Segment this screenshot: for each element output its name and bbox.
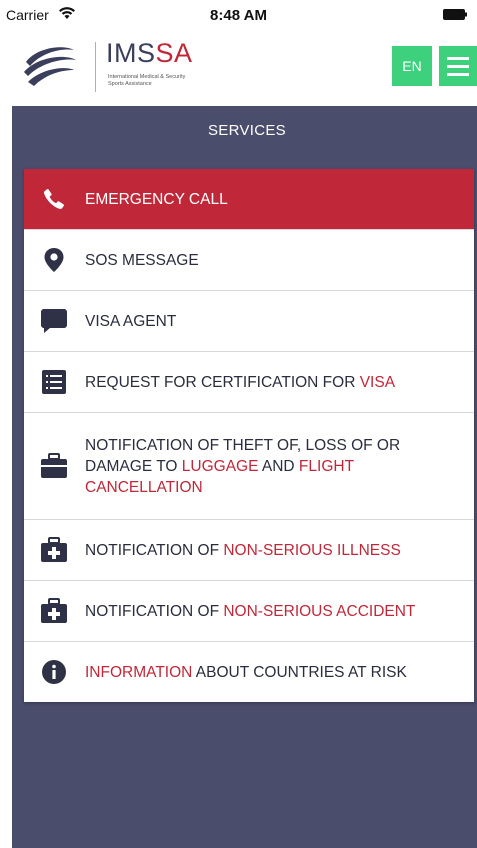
logo-swirl-icon	[24, 47, 76, 86]
imssa-logo[interactable]: IMSSA International Medical & Security S…	[22, 38, 232, 94]
list-document-icon	[40, 368, 68, 396]
service-item-non-serious-illness[interactable]: NOTIFICATION OF NON-SERIOUS ILLNESS	[24, 520, 474, 581]
service-item-label: EMERGENCY CALL	[85, 190, 228, 208]
services-panel: SERVICES EMERGENCY CALL SOS MESSAGE VISA…	[12, 106, 477, 848]
service-item-visa-certification[interactable]: REQUEST FOR CERTIFICATION FOR VISA	[24, 352, 474, 413]
language-button[interactable]: EN	[392, 46, 432, 86]
services-title: SERVICES	[208, 122, 286, 139]
app-screen: Carrier 8:48 AM IMSSA International Medi…	[0, 0, 477, 848]
service-item-label: NOTIFICATION OF NON-SERIOUS ACCIDENT	[85, 602, 416, 620]
service-item-non-serious-accident[interactable]: NOTIFICATION OF NON-SERIOUS ACCIDENT	[24, 581, 474, 642]
service-item-countries-at-risk[interactable]: INFORMATION ABOUT COUNTRIES AT RISK	[24, 642, 474, 702]
service-item-emergency-call[interactable]: EMERGENCY CALL	[24, 169, 474, 230]
service-item-visa-agent[interactable]: VISA AGENT	[24, 291, 474, 352]
menu-bar	[447, 65, 469, 68]
brand-tagline: International Medical & Security Sports …	[108, 74, 186, 87]
status-bar: Carrier 8:48 AM	[0, 0, 477, 26]
service-item-label: INFORMATION ABOUT COUNTRIES AT RISK	[85, 663, 407, 681]
clock: 8:48 AM	[210, 7, 267, 24]
app-header: IMSSA International Medical & Security S…	[0, 26, 477, 106]
logo-divider	[95, 42, 96, 92]
battery-icon	[443, 9, 467, 20]
menu-bar	[447, 57, 469, 60]
medical-kit-icon	[40, 536, 68, 564]
chat-bubble-icon	[40, 307, 68, 335]
service-item-label: REQUEST FOR CERTIFICATION FOR VISA	[85, 373, 396, 391]
service-item-luggage-flight[interactable]: NOTIFICATION OF THEFT OF, LOSS OF OR DAM…	[24, 413, 474, 520]
service-item-label: SOS MESSAGE	[85, 251, 199, 269]
hamburger-menu-button[interactable]	[439, 46, 477, 86]
info-icon	[40, 658, 68, 686]
services-list: EMERGENCY CALL SOS MESSAGE VISA AGENT RE…	[24, 169, 474, 702]
map-pin-icon	[40, 246, 68, 274]
service-item-sos-message[interactable]: SOS MESSAGE	[24, 230, 474, 291]
service-item-label: VISA AGENT	[85, 312, 177, 330]
menu-bar	[447, 73, 469, 76]
brand-name: IMSSA	[106, 38, 193, 68]
service-item-label: NOTIFICATION OF NON-SERIOUS ILLNESS	[85, 541, 401, 559]
phone-icon	[40, 185, 68, 213]
suitcase-icon	[40, 452, 68, 480]
service-item-label: NOTIFICATION OF THEFT OF, LOSS OF OR DAM…	[85, 436, 401, 496]
medical-kit-icon	[40, 597, 68, 625]
